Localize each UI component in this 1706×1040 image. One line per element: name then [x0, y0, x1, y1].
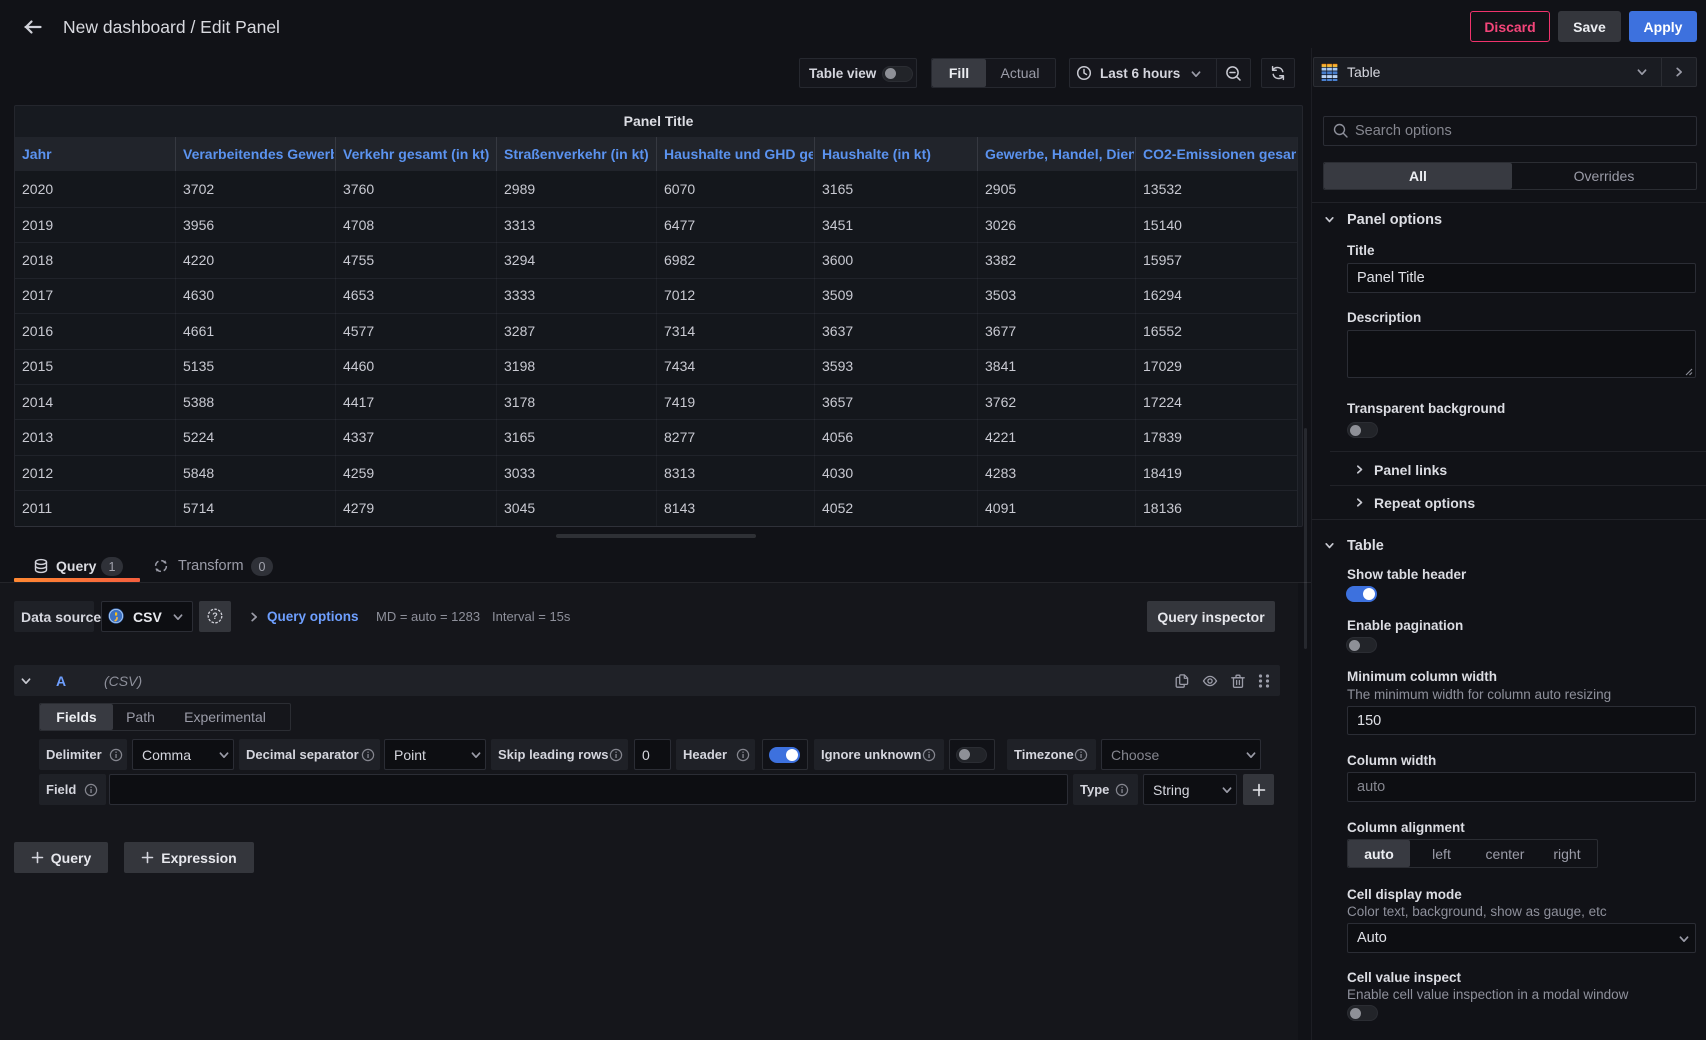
- svg-text:?: ?: [212, 611, 218, 621]
